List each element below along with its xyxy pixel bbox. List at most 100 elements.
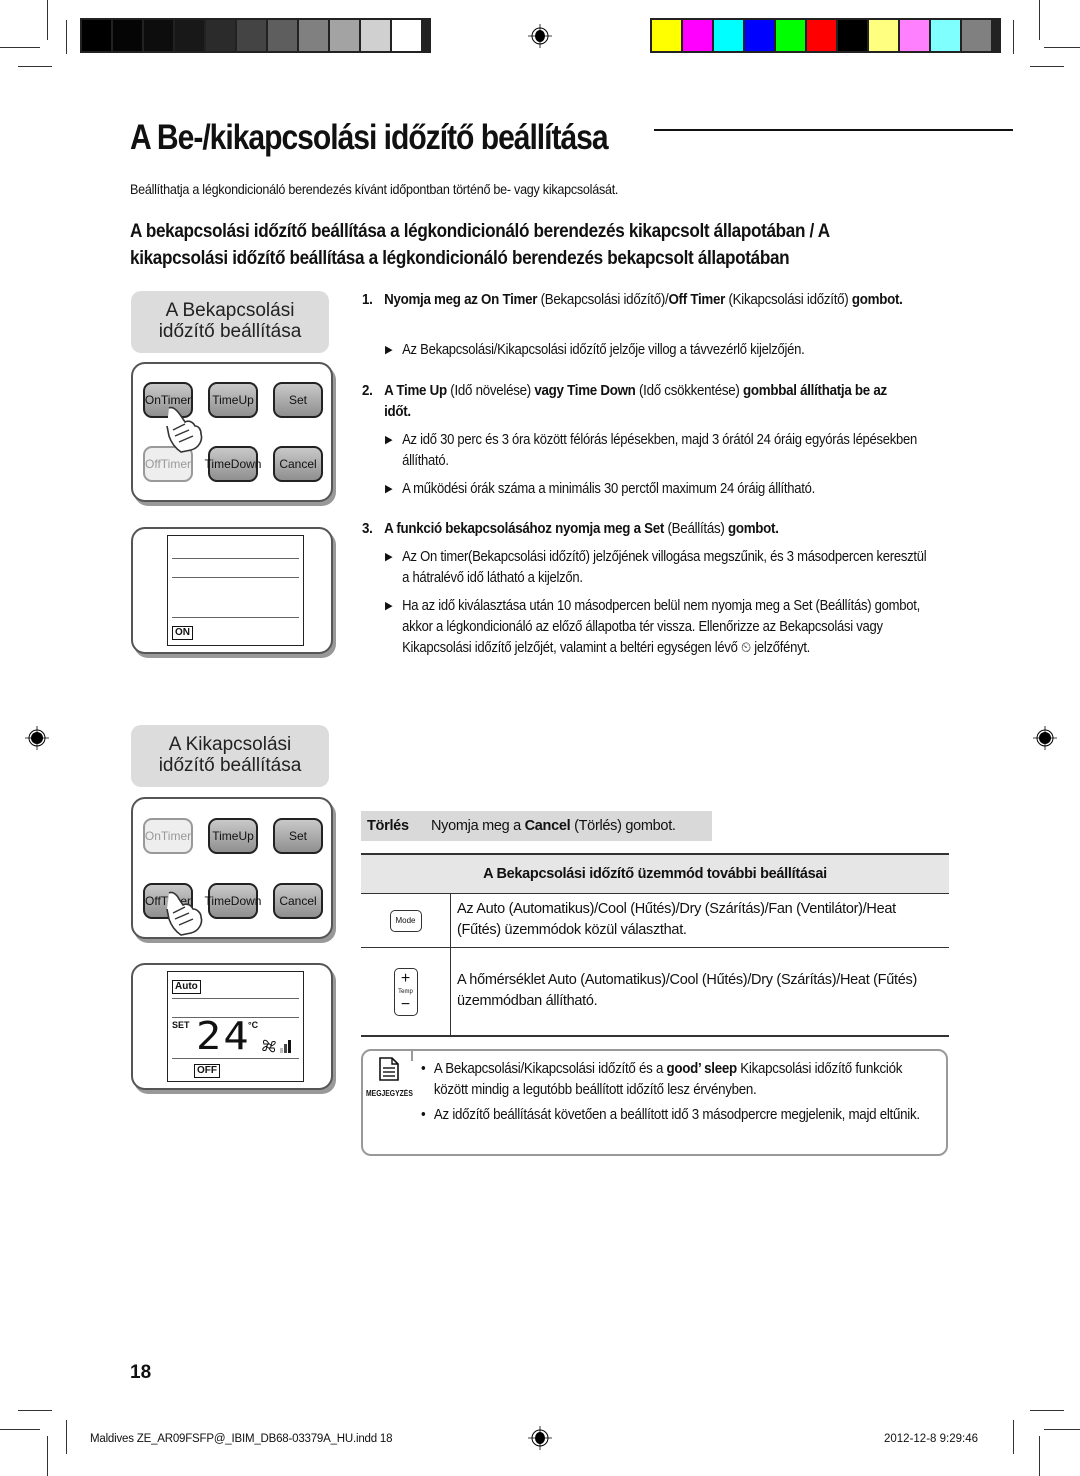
temperature-readout: 24 bbox=[196, 1014, 251, 1058]
triangle-bullet-icon: ▶ bbox=[385, 600, 393, 612]
cancel-text: Nyomja meg a Cancel (Törlés) gombot. bbox=[431, 818, 676, 834]
color-swatch bbox=[931, 20, 960, 51]
color-swatch bbox=[392, 20, 421, 51]
crop-mark bbox=[47, 1436, 48, 1476]
step-1-bullet: ▶ Az Bekapcsolási/Kikapcsolási időzítő je… bbox=[385, 340, 934, 361]
step-3: 3. A funkció bekapcsolásához nyomja meg … bbox=[362, 519, 914, 540]
fan-icon bbox=[262, 1039, 276, 1053]
step-3-bullet: ▶ Ha az idő kiválasztása után 10 másodper… bbox=[385, 598, 920, 656]
color-swatch bbox=[330, 20, 359, 51]
footer-filename: Maldives ZE_AR09FSFP@_IBIM_DB68-03379A_H… bbox=[90, 1433, 393, 1445]
off-timer-label-line1: A Kikapcsolási bbox=[168, 734, 292, 755]
settings-table: A Bekapcsolási időzítő üzemmód további b… bbox=[361, 853, 949, 1037]
on-timer-button[interactable]: On Timer bbox=[143, 818, 193, 854]
intro-text: Beállíthatja a légkondicionáló berendezé… bbox=[130, 181, 619, 197]
color-swatch bbox=[361, 20, 390, 51]
temperature-unit: °C bbox=[248, 1020, 259, 1030]
registration-mark-icon bbox=[528, 1426, 552, 1450]
triangle-bullet-icon: ▶ bbox=[385, 344, 393, 356]
color-swatch bbox=[714, 20, 743, 51]
note-item: • A Bekapcsolási/Kikapcsolási időzítő és … bbox=[421, 1061, 903, 1098]
note-box: MEGJEGYZÉS • A Bekapcsolási/Kikapcsolási … bbox=[361, 1049, 948, 1156]
footer-timestamp: 2012-12-8 9:29:46 bbox=[884, 1433, 978, 1445]
time-down-button[interactable]: Time Down bbox=[205, 446, 261, 482]
off-timer-label-line2: időzítő beállítása bbox=[158, 755, 302, 776]
on-indicator: ON bbox=[172, 626, 193, 640]
crop-mark bbox=[1030, 66, 1064, 67]
lcd-display: ON bbox=[167, 535, 304, 646]
crop-mark bbox=[0, 47, 40, 48]
step-3-text: A funkció bekapcsolásához nyomja meg a S… bbox=[384, 521, 779, 537]
off-timer-label: A Kikapcsolási időzítő beállítása bbox=[131, 725, 329, 787]
mode-button-icon: Mode bbox=[389, 909, 422, 932]
registration-mark-icon bbox=[528, 24, 552, 48]
set-button[interactable]: Set bbox=[273, 818, 323, 854]
set-label: SET bbox=[172, 1020, 190, 1030]
crop-mark bbox=[1013, 20, 1014, 54]
pointing-hand-icon bbox=[166, 891, 203, 936]
time-down-button[interactable]: Time Down bbox=[205, 883, 261, 919]
page-number: 18 bbox=[130, 1362, 152, 1383]
crop-mark bbox=[18, 1410, 52, 1411]
color-swatch bbox=[206, 20, 235, 51]
fan-speed-bar bbox=[288, 1040, 291, 1053]
color-swatch bbox=[900, 20, 929, 51]
on-timer-label-line1: A Bekapcsolási bbox=[165, 300, 295, 321]
on-timer-label-line2: időzítő beállítása bbox=[158, 321, 302, 342]
color-swatch bbox=[113, 20, 142, 51]
on-timer-label: A Bekapcsolási időzítő beállítása bbox=[131, 291, 329, 353]
note-icon bbox=[379, 1057, 399, 1081]
registration-mark-icon bbox=[1033, 726, 1057, 750]
step-1-text: Nyomja meg az On Timer (Bekapcsolási idő… bbox=[384, 292, 903, 308]
title-rule bbox=[654, 129, 1013, 131]
fan-speed-bar bbox=[284, 1044, 287, 1053]
color-swatch bbox=[807, 20, 836, 51]
color-swatch bbox=[869, 20, 898, 51]
crop-mark bbox=[66, 20, 67, 54]
step-2-bullet: ▶ Az idő 30 perc és 3 óra között félórás … bbox=[385, 432, 917, 469]
on-timer-remote-display: ON bbox=[131, 527, 333, 654]
set-button[interactable]: Set bbox=[273, 382, 323, 418]
cancel-button[interactable]: Cancel bbox=[273, 446, 323, 482]
table-row: + Temp − A hőmérséklet Auto (Automatikus)/… bbox=[361, 948, 949, 1037]
table-row: Mode Az Auto (Automatikus)/Cool (Hűtés)/… bbox=[361, 894, 949, 948]
crop-mark bbox=[1039, 1436, 1040, 1476]
table-header: A Bekapcsolási időzítő üzemmód további b… bbox=[361, 853, 949, 894]
crop-mark bbox=[1044, 47, 1080, 48]
note-item: • Az időzítő beállítását követően a beáll… bbox=[421, 1107, 920, 1123]
cancel-button[interactable]: Cancel bbox=[273, 883, 323, 919]
step-2-bullet: ▶ A működési órák száma a minimális 30 pe… bbox=[385, 479, 934, 500]
time-up-button[interactable]: Time Up bbox=[208, 382, 258, 418]
crop-mark bbox=[1013, 1420, 1014, 1454]
color-swatch bbox=[237, 20, 266, 51]
triangle-bullet-icon: ▶ bbox=[385, 551, 393, 563]
off-indicator: OFF bbox=[194, 1064, 220, 1078]
crop-mark bbox=[0, 1429, 40, 1430]
off-timer-remote-buttons: OnTimer TimeUp Set OffTimer TimeDown Can… bbox=[131, 797, 333, 939]
crop-mark bbox=[47, 0, 48, 40]
pointing-hand-icon bbox=[166, 406, 203, 453]
color-swatch bbox=[776, 20, 805, 51]
time-up-button[interactable]: Time Up bbox=[208, 818, 258, 854]
fan-speed-bar bbox=[280, 1048, 283, 1053]
lcd-display: Auto SET 24 °C OFF bbox=[167, 971, 304, 1082]
triangle-bullet-icon: ▶ bbox=[385, 483, 393, 495]
color-swatch bbox=[962, 20, 991, 51]
note-label: MEGJEGYZÉS bbox=[366, 1089, 413, 1098]
grayscale-bar bbox=[80, 18, 431, 53]
step-2: 2. A Time Up (Idő növelése) vagy Time Do… bbox=[362, 381, 914, 423]
color-swatch bbox=[745, 20, 774, 51]
color-swatch bbox=[652, 20, 681, 51]
color-swatch bbox=[683, 20, 712, 51]
color-swatch bbox=[175, 20, 204, 51]
color-bar bbox=[650, 18, 1001, 53]
cancel-label: Törlés bbox=[367, 818, 409, 834]
registration-mark-icon bbox=[25, 726, 49, 750]
crop-mark bbox=[1039, 0, 1040, 40]
auto-mode-indicator: Auto bbox=[172, 980, 201, 994]
crop-mark bbox=[18, 66, 52, 67]
cancel-instruction: Törlés Nyomja meg a Cancel (Törlés) gomb… bbox=[361, 811, 712, 841]
color-swatch bbox=[838, 20, 867, 51]
color-swatch bbox=[82, 20, 111, 51]
page-title: A Be-/kikapcsolási időzítő beállítása bbox=[130, 118, 609, 157]
